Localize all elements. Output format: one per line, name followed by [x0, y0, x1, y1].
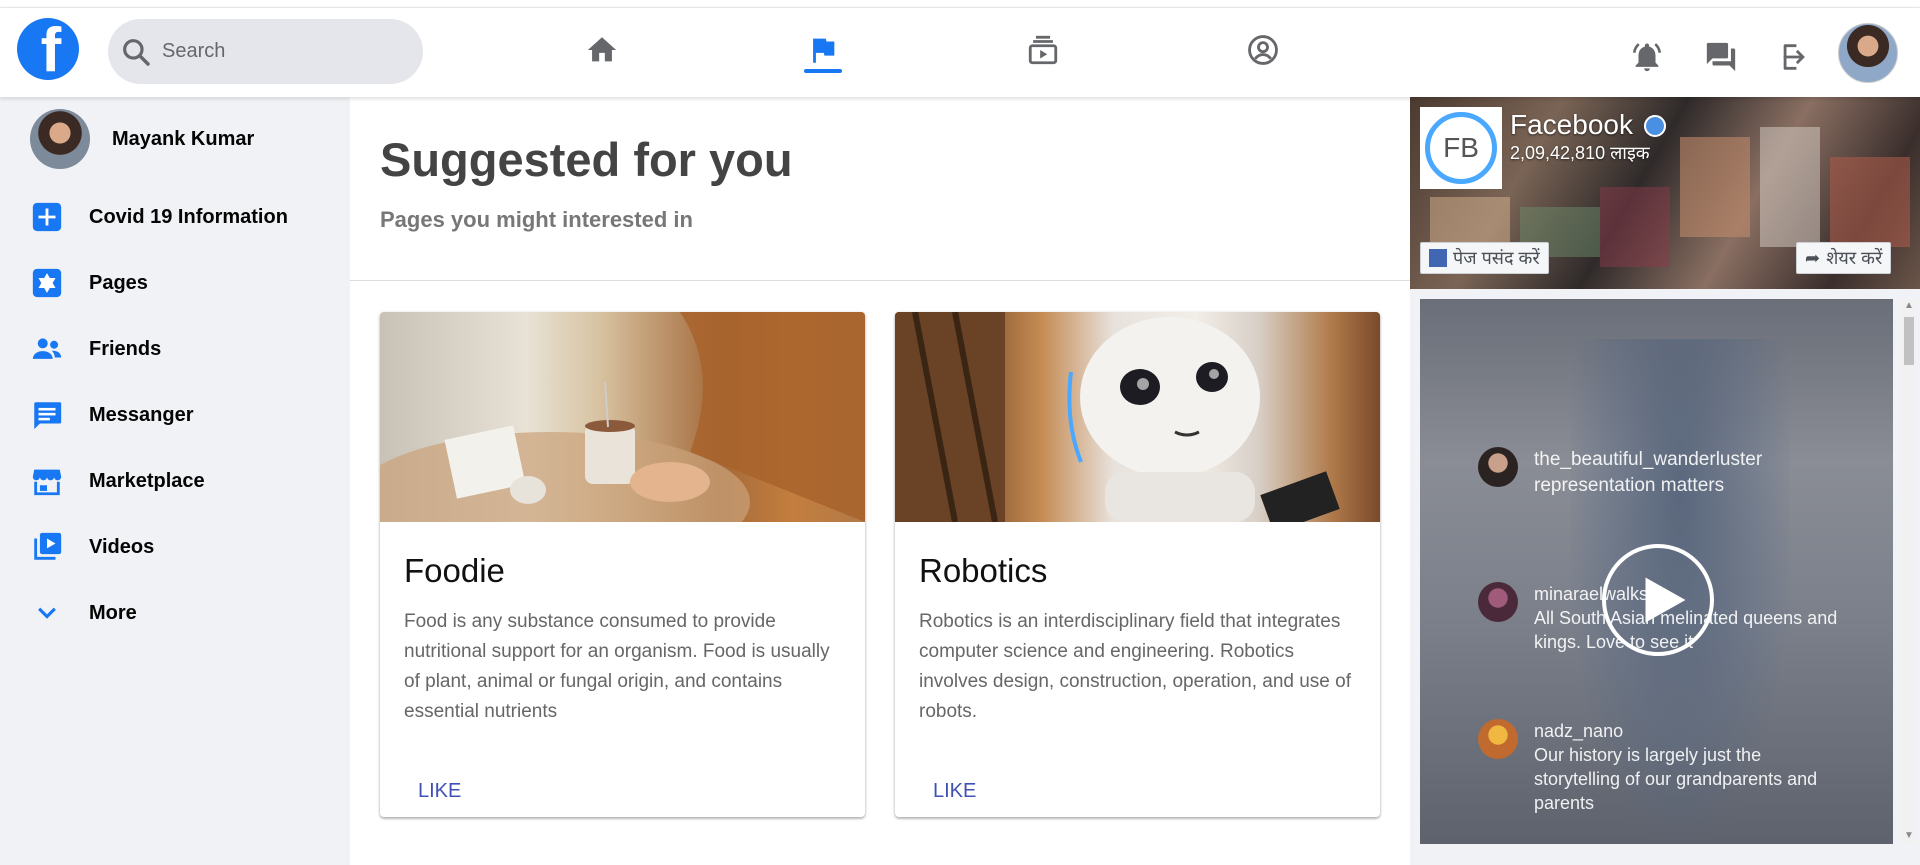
comment-body: Our history is largely just the storytel…	[1534, 745, 1818, 813]
friends-icon	[30, 332, 64, 366]
verified-badge-icon	[1644, 115, 1666, 137]
covid-plus-icon	[30, 200, 64, 234]
card-description: Robotics is an interdisciplinary field t…	[919, 611, 1351, 722]
share-arrow-icon: ➦	[1805, 247, 1821, 268]
divider	[350, 280, 1410, 281]
robot-photo	[895, 312, 1340, 522]
comment-text: nadz_nano Our history is largely just th…	[1534, 719, 1834, 815]
sidebar-item-covid[interactable]: Covid 19 Information	[30, 197, 288, 237]
page-card-foodie: Foodie Food is any substance consumed to…	[380, 312, 865, 817]
avatar	[30, 109, 90, 169]
card-title: Foodie	[404, 552, 505, 589]
page-like-button[interactable]: पेज पसंद करें	[1420, 242, 1549, 274]
video-post[interactable]: the_beautiful_wanderluster representatio…	[1420, 299, 1893, 844]
comment-avatar	[1478, 719, 1518, 759]
comment-user: the_beautiful_wanderluster	[1534, 449, 1763, 470]
play-icon	[1645, 577, 1686, 623]
comment-avatar	[1478, 447, 1518, 487]
nav-active-indicator	[804, 69, 842, 73]
video-comment: the_beautiful_wanderluster representatio…	[1478, 447, 1762, 499]
coffee-photo	[380, 312, 865, 522]
nav-home[interactable]	[582, 30, 622, 70]
sidebar-item-videos[interactable]: Videos	[30, 527, 154, 567]
sidebar-item-label: Messanger	[89, 403, 194, 426]
messages-icon	[1706, 42, 1736, 72]
card-image-foodie[interactable]	[380, 312, 865, 522]
messages-button[interactable]	[1702, 38, 1740, 76]
right-panel: FB Facebook 2,09,42,810 लाइक पेज पसंद कर…	[1410, 97, 1920, 865]
sidebar-item-marketplace[interactable]: Marketplace	[30, 461, 205, 501]
scroll-down-arrow-icon[interactable]: ▼	[1904, 831, 1914, 841]
page-share-label: शेयर करें	[1826, 248, 1883, 268]
page-logo: FB	[1420, 107, 1502, 189]
play-button[interactable]	[1602, 544, 1714, 656]
page-title: Suggested for you	[380, 133, 793, 186]
watch-icon	[1028, 35, 1058, 65]
sidebar-item-messenger[interactable]: Messanger	[30, 395, 194, 435]
sidebar-item-label: Videos	[89, 535, 155, 558]
page-subtitle: Pages you might interested in	[380, 207, 693, 232]
pages-flag-icon	[813, 38, 835, 63]
video-scrollbar[interactable]: ▲ ▼	[1902, 299, 1916, 844]
scroll-up-arrow-icon[interactable]: ▲	[1904, 301, 1914, 311]
video-comment: nadz_nano Our history is largely just th…	[1478, 719, 1834, 815]
facebook-page-plugin[interactable]: FB Facebook 2,09,42,810 लाइक पेज पसंद कर…	[1410, 97, 1920, 289]
sidebar-item-label: More	[89, 601, 137, 624]
sidebar-item-more[interactable]: More	[30, 593, 137, 633]
marketplace-icon	[30, 464, 64, 498]
sidebar-item-label: Marketplace	[89, 469, 205, 492]
notifications-button[interactable]	[1628, 38, 1666, 76]
pages-icon	[30, 266, 64, 300]
nav-watch[interactable]	[1023, 30, 1063, 70]
messenger-icon	[30, 398, 64, 432]
scroll-thumb[interactable]	[1904, 317, 1914, 365]
sidebar-profile[interactable]: Mayank Kumar	[30, 109, 254, 169]
page-card-robotics: Robotics Robotics is an interdisciplinar…	[895, 312, 1380, 817]
search-icon	[123, 38, 150, 66]
search-input[interactable]	[162, 40, 402, 63]
comment-text: the_beautiful_wanderluster representatio…	[1534, 447, 1762, 499]
like-button[interactable]: LIKE	[933, 780, 976, 803]
logout-icon	[1783, 44, 1805, 70]
profile-circle-icon	[1248, 35, 1278, 65]
page-logo-ring: FB	[1425, 112, 1497, 184]
profile-name: Mayank Kumar	[112, 127, 255, 150]
search-box[interactable]	[108, 19, 423, 84]
facebook-logo-letter: f	[40, 18, 62, 81]
sidebar-item-pages[interactable]: Pages	[30, 263, 148, 303]
nav-profile[interactable]	[1243, 30, 1283, 70]
page-like-label: पेज पसंद करें	[1453, 248, 1540, 268]
facebook-square-icon	[1429, 249, 1447, 267]
like-button[interactable]: LIKE	[418, 780, 461, 803]
page-name[interactable]: Facebook	[1510, 109, 1633, 141]
notification-bell-icon	[1632, 43, 1662, 72]
comment-avatar	[1478, 582, 1518, 622]
page-like-count: 2,09,42,810 लाइक	[1510, 143, 1650, 163]
header-avatar[interactable]	[1838, 23, 1898, 83]
comment-user: nadz_nano	[1534, 721, 1624, 741]
left-sidebar: Mayank Kumar Covid 19 Information Pages …	[0, 97, 350, 865]
home-icon	[587, 37, 617, 62]
card-image-robotics[interactable]	[895, 312, 1380, 522]
page-share-button[interactable]: ➦ शेयर करें	[1796, 242, 1892, 274]
facebook-logo[interactable]: f	[17, 18, 79, 80]
sidebar-item-label: Pages	[89, 271, 148, 294]
sidebar-item-label: Friends	[89, 337, 162, 360]
top-navbar: f	[0, 7, 1920, 97]
main-content: Suggested for you Pages you might intere…	[350, 97, 1410, 865]
nav-pages[interactable]	[803, 30, 843, 70]
comment-body: representation matters	[1534, 475, 1725, 496]
chevron-down-icon	[30, 596, 64, 630]
sidebar-item-label: Covid 19 Information	[89, 205, 288, 228]
card-title: Robotics	[919, 552, 1048, 589]
card-description: Food is any substance consumed to provid…	[404, 611, 830, 722]
logout-button[interactable]	[1776, 38, 1814, 76]
videos-icon	[30, 530, 64, 564]
sidebar-item-friends[interactable]: Friends	[30, 329, 161, 369]
